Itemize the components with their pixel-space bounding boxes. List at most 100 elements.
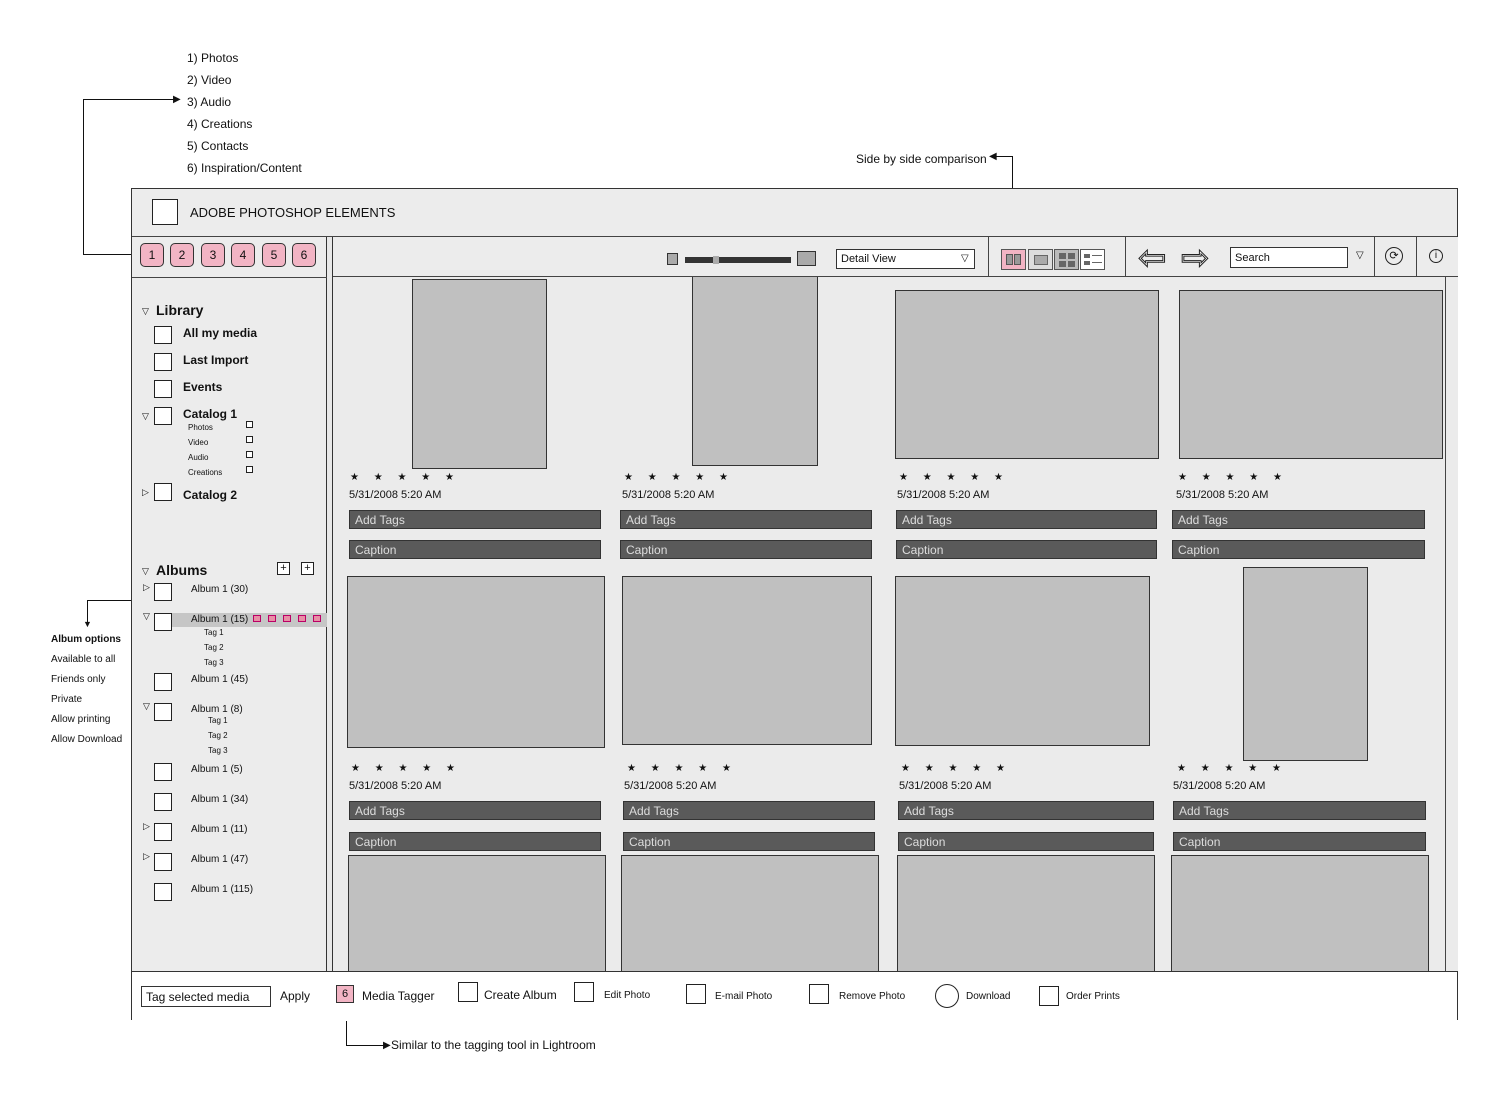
album-item[interactable]: Album 1 (115): [191, 884, 253, 895]
email-photo-button[interactable]: E-mail Photo: [715, 991, 772, 1002]
album-option-toggle[interactable]: [283, 615, 291, 622]
filmstrip-view-button[interactable]: [1028, 249, 1053, 270]
caption-field[interactable]: Caption: [349, 832, 601, 851]
search-input[interactable]: Search: [1230, 247, 1348, 268]
tag-media-input[interactable]: Tag selected media: [141, 986, 271, 1007]
checkbox[interactable]: [154, 483, 172, 501]
album-item-selected[interactable]: Album 1 (15): [191, 614, 248, 625]
caption-field[interactable]: Caption: [896, 540, 1157, 559]
checkbox[interactable]: [154, 763, 172, 781]
scrollbar-track[interactable]: [1445, 277, 1446, 971]
album-option-toggle[interactable]: [313, 615, 321, 622]
zoom-slider-thumb[interactable]: [713, 256, 719, 264]
add-tags-field[interactable]: Add Tags: [1173, 801, 1426, 820]
nav-button-inspiration[interactable]: 6: [292, 243, 316, 267]
create-album-icon[interactable]: [458, 982, 478, 1002]
library-events[interactable]: Events: [183, 380, 222, 394]
media-thumbnail[interactable]: [692, 277, 818, 466]
library-catalog-2[interactable]: Catalog 2: [183, 488, 237, 502]
search-dropdown-icon[interactable]: ▽: [1356, 250, 1364, 261]
rating-stars[interactable]: ★ ★ ★ ★ ★: [899, 472, 1009, 483]
rating-stars[interactable]: ★ ★ ★ ★ ★: [901, 763, 1011, 774]
checkbox[interactable]: [154, 703, 172, 721]
add-tags-field[interactable]: Add Tags: [620, 510, 872, 529]
library-last-import[interactable]: Last Import: [183, 353, 248, 367]
compare-view-button[interactable]: [1001, 249, 1026, 270]
collapse-triangle-icon[interactable]: ▷: [143, 582, 150, 593]
checkbox[interactable]: [154, 793, 172, 811]
expand-triangle-icon[interactable]: ▽: [142, 411, 149, 422]
checkbox[interactable]: [154, 353, 172, 371]
collapse-triangle-icon[interactable]: ▷: [142, 487, 149, 498]
album-item[interactable]: Album 1 (11): [191, 824, 248, 835]
album-option-toggle[interactable]: [268, 615, 276, 622]
caption-field[interactable]: Caption: [898, 832, 1154, 851]
order-prints-icon[interactable]: [1039, 986, 1059, 1006]
checkbox[interactable]: [154, 380, 172, 398]
checkbox[interactable]: [154, 883, 172, 901]
album-item[interactable]: Album 1 (47): [191, 854, 248, 865]
album-item[interactable]: Album 1 (5): [191, 764, 243, 775]
checkbox[interactable]: [154, 326, 172, 344]
album-item[interactable]: Album 1 (34): [191, 794, 248, 805]
expand-triangle-icon[interactable]: ▽: [142, 566, 149, 577]
media-thumbnail[interactable]: [412, 279, 547, 469]
collapse-triangle-icon[interactable]: ▷: [143, 851, 150, 862]
nav-button-creations[interactable]: 4: [231, 243, 255, 267]
checkbox[interactable]: [246, 436, 253, 443]
rating-stars[interactable]: ★ ★ ★ ★ ★: [1177, 763, 1287, 774]
add-tags-field[interactable]: Add Tags: [349, 510, 601, 529]
caption-field[interactable]: Caption: [620, 540, 872, 559]
add-tags-field[interactable]: Add Tags: [896, 510, 1157, 529]
add-album-group-icon[interactable]: +: [301, 562, 314, 575]
collapse-triangle-icon[interactable]: ▷: [143, 821, 150, 832]
checkbox[interactable]: [246, 421, 253, 428]
caption-field[interactable]: Caption: [349, 540, 601, 559]
album-option-toggle[interactable]: [298, 615, 306, 622]
expand-triangle-icon[interactable]: ▽: [142, 306, 149, 317]
checkbox[interactable]: [154, 823, 172, 841]
info-icon[interactable]: i: [1429, 249, 1443, 263]
media-thumbnail[interactable]: [347, 576, 605, 748]
expand-triangle-icon[interactable]: ▽: [143, 701, 150, 712]
download-icon[interactable]: [935, 984, 959, 1008]
library-catalog-1[interactable]: Catalog 1: [183, 407, 237, 421]
add-album-icon[interactable]: +: [277, 562, 290, 575]
media-thumbnail[interactable]: [1179, 290, 1443, 459]
expand-triangle-icon[interactable]: ▽: [143, 611, 150, 622]
media-thumbnail[interactable]: [895, 576, 1150, 746]
checkbox[interactable]: [154, 407, 172, 425]
media-thumbnail[interactable]: [622, 576, 872, 745]
album-item[interactable]: Album 1 (45): [191, 674, 248, 685]
media-thumbnail[interactable]: [1171, 855, 1429, 971]
checkbox[interactable]: [154, 673, 172, 691]
media-thumbnail[interactable]: [348, 855, 606, 971]
edit-photo-button[interactable]: Edit Photo: [604, 990, 650, 1001]
checkbox[interactable]: [154, 583, 172, 601]
album-option-toggle[interactable]: [253, 615, 261, 622]
forward-arrow-icon[interactable]: ⇨: [1181, 241, 1210, 276]
rating-stars[interactable]: ★ ★ ★ ★ ★: [1178, 472, 1288, 483]
caption-field[interactable]: Caption: [1173, 832, 1426, 851]
rating-stars[interactable]: ★ ★ ★ ★ ★: [350, 472, 460, 483]
album-item[interactable]: Album 1 (30): [191, 584, 248, 595]
media-tagger-badge[interactable]: 6: [336, 985, 354, 1003]
caption-field[interactable]: Caption: [623, 832, 875, 851]
rating-stars[interactable]: ★ ★ ★ ★ ★: [624, 472, 734, 483]
order-prints-button[interactable]: Order Prints: [1066, 991, 1120, 1002]
back-arrow-icon[interactable]: ⇦: [1138, 241, 1167, 276]
remove-photo-icon[interactable]: [809, 984, 829, 1004]
media-thumbnail[interactable]: [897, 855, 1155, 971]
edit-photo-icon[interactable]: [574, 982, 594, 1002]
add-tags-field[interactable]: Add Tags: [623, 801, 875, 820]
nav-button-photos[interactable]: 1: [140, 243, 164, 267]
checkbox[interactable]: [246, 451, 253, 458]
checkbox[interactable]: [246, 466, 253, 473]
apply-button[interactable]: Apply: [280, 989, 310, 1003]
library-all-media[interactable]: All my media: [183, 326, 257, 340]
add-tags-field[interactable]: Add Tags: [1172, 510, 1425, 529]
nav-button-video[interactable]: 2: [170, 243, 194, 267]
remove-photo-button[interactable]: Remove Photo: [839, 991, 905, 1002]
add-tags-field[interactable]: Add Tags: [898, 801, 1154, 820]
zoom-slider[interactable]: [685, 256, 791, 264]
